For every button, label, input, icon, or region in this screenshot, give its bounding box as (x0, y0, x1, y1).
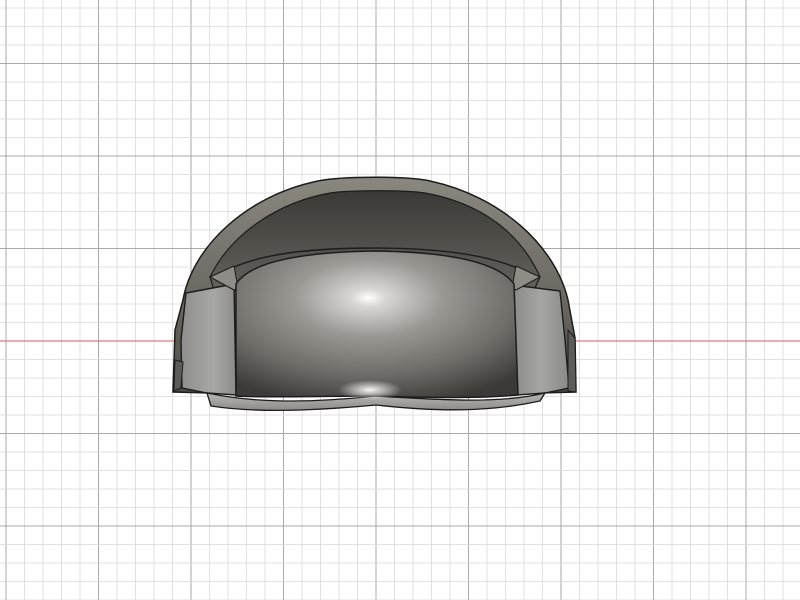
bottom-highlight (338, 380, 402, 400)
right-side-block (512, 284, 570, 396)
3d-viewport[interactable] (0, 0, 800, 600)
dome-face (235, 250, 519, 399)
dome-model[interactable] (0, 0, 800, 600)
right-notch (567, 328, 577, 393)
left-side-block (180, 283, 237, 396)
